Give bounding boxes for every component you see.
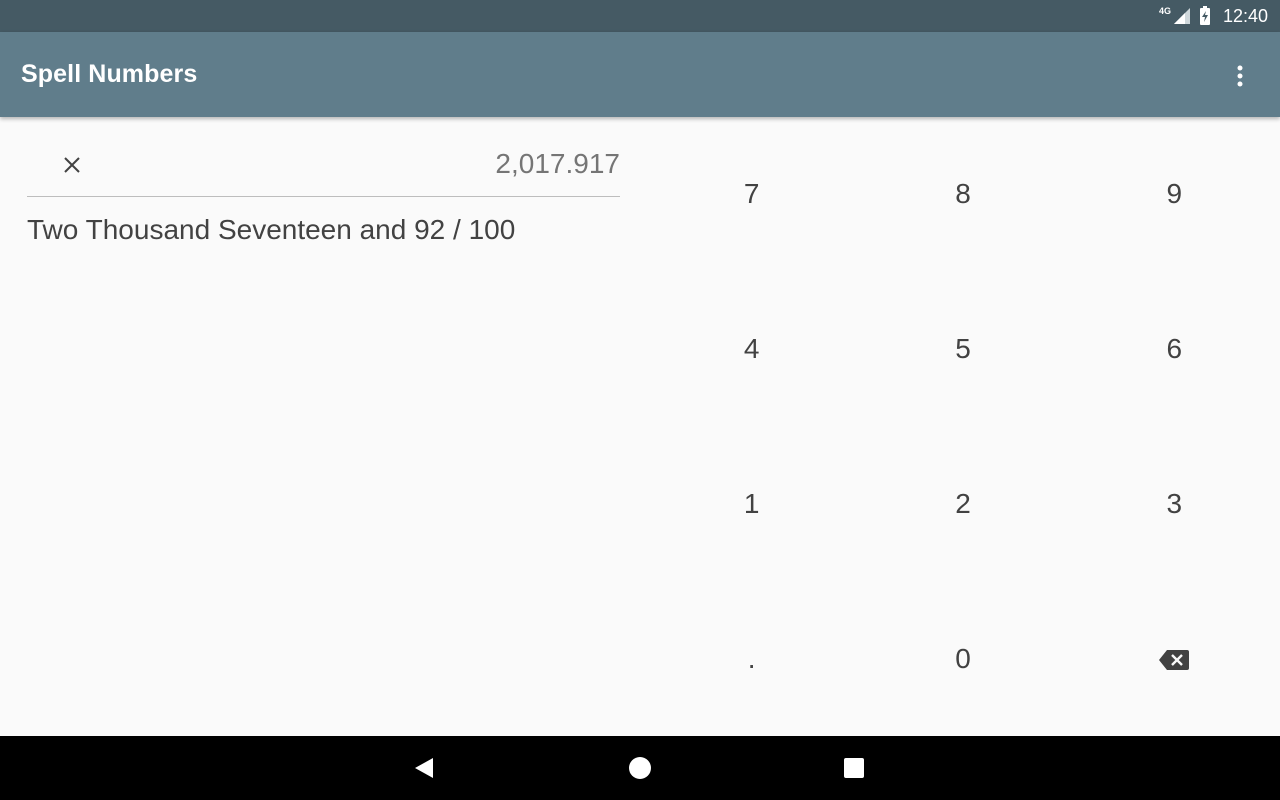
key-label: 4 <box>743 332 760 364</box>
key-decimal[interactable]: . <box>646 582 857 737</box>
key-6[interactable]: 6 <box>1069 272 1280 427</box>
status-bar: 4G 12:40 <box>0 0 1280 32</box>
number-input-row: 2,017.917 <box>27 130 620 197</box>
key-8[interactable]: 8 <box>857 117 1068 272</box>
backspace-button[interactable] <box>1069 582 1280 737</box>
key-label: 5 <box>955 332 971 364</box>
key-label: 6 <box>1166 332 1183 364</box>
home-circle-icon <box>629 757 651 779</box>
key-label: 0 <box>955 642 971 674</box>
nav-recents-button[interactable] <box>840 754 868 782</box>
key-label: 7 <box>743 177 760 209</box>
backspace-icon <box>1159 649 1190 670</box>
status-icons: 4G 12:40 <box>1159 0 1268 32</box>
key-2[interactable]: 2 <box>857 427 1068 582</box>
clock: 12:40 <box>1222 5 1268 26</box>
clear-button[interactable] <box>57 150 87 180</box>
network-type-label: 4G <box>1158 6 1171 16</box>
key-5[interactable]: 5 <box>857 272 1068 427</box>
key-1[interactable]: 1 <box>646 427 857 582</box>
key-label: 1 <box>743 487 760 519</box>
recents-square-icon <box>844 758 864 778</box>
key-0[interactable]: 0 <box>857 582 1068 737</box>
more-vert-icon <box>1237 65 1243 87</box>
key-label: 8 <box>955 177 971 209</box>
key-label: 3 <box>1166 487 1183 519</box>
keypad: 7 8 9 4 5 6 1 2 3 . 0 <box>646 117 1280 737</box>
overflow-menu-button[interactable] <box>1222 62 1258 90</box>
nav-home-button[interactable] <box>626 754 654 782</box>
back-triangle-icon <box>415 758 433 778</box>
key-7[interactable]: 7 <box>646 117 857 272</box>
key-label: . <box>747 642 756 674</box>
spelled-result: Two Thousand Seventeen and 92 / 100 <box>27 214 516 245</box>
battery-icon <box>1199 6 1210 25</box>
close-icon <box>64 157 80 173</box>
nav-back-button[interactable] <box>410 754 438 782</box>
key-4[interactable]: 4 <box>646 272 857 427</box>
number-input[interactable]: 2,017.917 <box>495 148 620 180</box>
app-title: Spell Numbers <box>21 60 198 88</box>
key-9[interactable]: 9 <box>1069 117 1280 272</box>
signal-icon <box>1173 8 1190 24</box>
key-label: 9 <box>1166 177 1183 209</box>
key-label: 2 <box>955 487 971 519</box>
navigation-bar <box>0 736 1280 800</box>
key-3[interactable]: 3 <box>1069 427 1280 582</box>
app-bar: Spell Numbers <box>0 32 1280 117</box>
